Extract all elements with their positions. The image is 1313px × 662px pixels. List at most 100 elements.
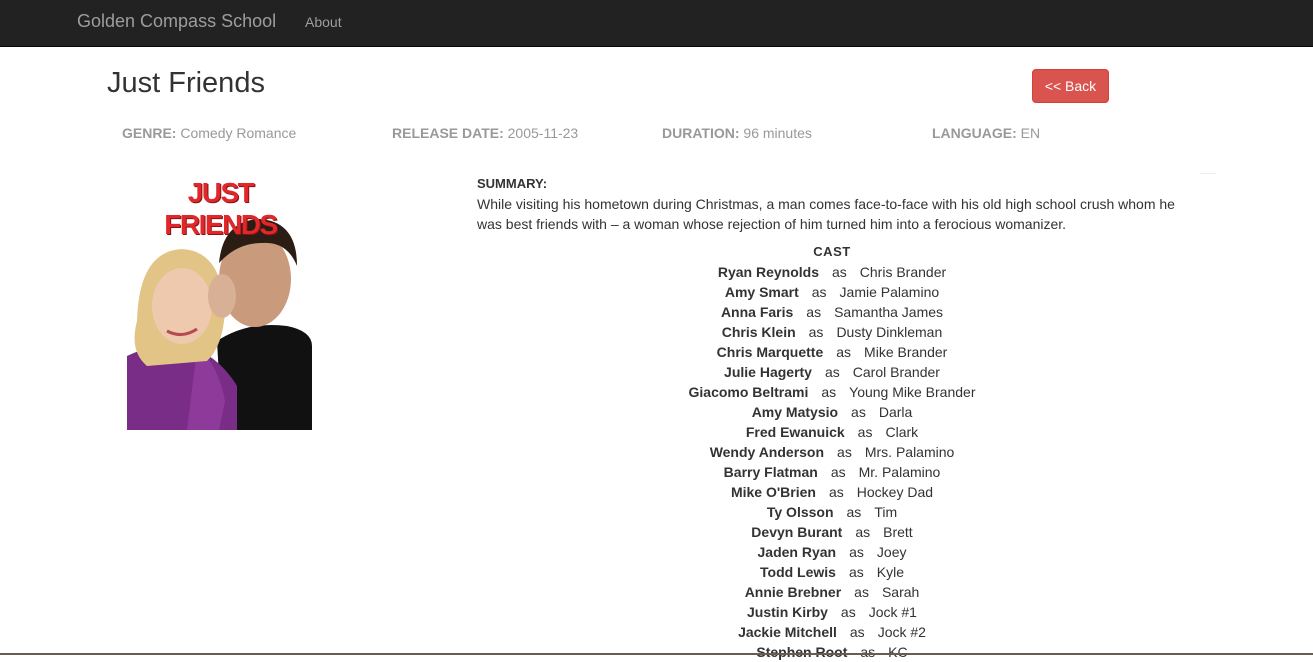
cast-role-name: Mr. Palamino — [858, 464, 941, 480]
cast-role-name: Young Mike Brander — [849, 384, 976, 400]
duration-value: 96 minutes — [743, 125, 812, 141]
cast-row: Jackie Mitchell as Jock #2 — [477, 622, 1187, 642]
release-date-meta: RELEASE DATE: 2005-11-23 — [392, 125, 578, 141]
cast-actor-name: Anna Faris — [720, 304, 794, 320]
cast-actor-name: Amy Smart — [724, 284, 799, 300]
release-date-label: RELEASE DATE: — [392, 125, 504, 141]
cast-row: Ty Olsson as Tim — [477, 502, 1187, 522]
cast-actor-name: Justin Kirby — [747, 604, 828, 620]
cast-role-name: Samantha James — [834, 304, 944, 320]
cast-row: Julie Hagerty as Carol Brander — [477, 362, 1187, 382]
genre-label: GENRE: — [122, 125, 177, 141]
cast-row: Mike O'Brien as Hockey Dad — [477, 482, 1187, 502]
cast-actor-name: Jaden Ryan — [757, 544, 837, 560]
cast-as-word: as — [837, 444, 852, 460]
cast-row: Chris Marquette as Mike Brander — [477, 342, 1187, 362]
cast-role-name: Jock #1 — [868, 604, 917, 620]
cast-row: Anna Faris as Samantha James — [477, 302, 1187, 322]
cast-row: Chris Klein as Dusty Dinkleman — [477, 322, 1187, 342]
back-button[interactable]: << Back — [1032, 69, 1109, 103]
cast-actor-name: Jackie Mitchell — [738, 624, 837, 640]
summary-text: While visiting his hometown during Chris… — [477, 196, 1175, 232]
cast-row: Jaden Ryan as Joey — [477, 542, 1187, 562]
cast-row: Annie Brebner as Sarah — [477, 582, 1187, 602]
cast-row: Justin Kirby as Jock #1 — [477, 602, 1187, 622]
cast-as-word: as — [854, 584, 869, 600]
cast-role-name: Chris Brander — [859, 264, 947, 280]
cast-as-word: as — [828, 484, 844, 500]
cast-row: Amy Smart as Jamie Palamino — [477, 282, 1187, 302]
language-value: EN — [1020, 125, 1041, 141]
cast-role-name: Mike Brander — [864, 344, 948, 360]
cast-label: CAST — [813, 244, 851, 259]
cast-row: Amy Matysio as Darla — [477, 402, 1187, 422]
cast-actor-name: Ryan Reynolds — [717, 264, 819, 280]
cast-as-word: as — [855, 524, 871, 540]
summary-section: SUMMARY: While visiting his hometown dur… — [477, 174, 1192, 234]
brand-link[interactable]: Golden Compass School — [77, 11, 276, 32]
cast-actor-name: Stephen Root — [756, 644, 848, 660]
cast-actor-name: Fred Ewanuick — [745, 424, 845, 440]
divider — [1200, 173, 1216, 174]
cast-row: Devyn Burant as Brett — [477, 522, 1187, 542]
cast-actor-name: Wendy Anderson — [709, 444, 825, 460]
cast-section: CAST Ryan Reynolds as Chris Brander Amy Sma… — [477, 242, 1187, 662]
cast-role-name: Hockey Dad — [856, 484, 934, 500]
cast-row: Fred Ewanuick as Clark — [477, 422, 1187, 442]
cast-as-word: as — [808, 324, 824, 340]
cast-actor-name: Julie Hagerty — [724, 364, 812, 380]
duration-label: DURATION: — [662, 125, 740, 141]
nav-link-about[interactable]: About — [305, 14, 342, 30]
cast-row: Giacomo Beltrami as Young Mike Brander — [477, 382, 1187, 402]
cast-role-name: Mrs. Palamino — [864, 444, 955, 460]
cast-role-name: Jock #2 — [877, 624, 926, 640]
cast-as-word: as — [836, 344, 852, 360]
cast-actor-name: Barry Flatman — [723, 464, 818, 480]
language-meta: LANGUAGE: EN — [932, 125, 1040, 141]
duration-meta: DURATION: 96 minutes — [662, 125, 812, 141]
cast-role-name: Darla — [878, 404, 913, 420]
cast-row: Barry Flatman as Mr. Palamino — [477, 462, 1187, 482]
genre-value: Comedy Romance — [180, 125, 297, 141]
cast-as-word: as — [846, 504, 862, 520]
cast-as-word: as — [860, 644, 876, 660]
cast-role-name: Brett — [883, 524, 913, 540]
cast-actor-name: Mike O'Brien — [730, 484, 816, 500]
cast-row: Ryan Reynolds as Chris Brander — [477, 262, 1187, 282]
cast-role-name: Carol Brander — [852, 364, 940, 380]
cast-as-word: as — [857, 424, 873, 440]
cast-as-word: as — [830, 464, 846, 480]
cast-actor-name: Annie Brebner — [744, 584, 842, 600]
cast-role-name: Joey — [876, 544, 907, 560]
cast-as-word: as — [851, 404, 866, 420]
cast-actor-name: Chris Marquette — [716, 344, 824, 360]
cast-actor-name: Todd Lewis — [760, 564, 836, 580]
cast-as-word: as — [821, 384, 837, 400]
language-label: LANGUAGE: — [932, 125, 1017, 141]
movie-poster: JUST FRIENDS — [127, 171, 312, 430]
cast-role-name: Tim — [874, 504, 898, 520]
cast-role-name: Clark — [885, 424, 919, 440]
genre-meta: GENRE: Comedy Romance — [122, 125, 296, 141]
page-title: Just Friends — [107, 67, 265, 99]
cast-as-word: as — [824, 364, 840, 380]
poster-title-logo: JUST FRIENDS — [164, 177, 278, 240]
cast-row: Wendy Anderson as Mrs. Palamino — [477, 442, 1187, 462]
release-date-value: 2005-11-23 — [507, 125, 579, 141]
cast-actor-name: Ty Olsson — [766, 504, 834, 520]
cast-as-word: as — [840, 604, 856, 620]
top-navbar: Golden Compass School About — [0, 0, 1313, 47]
cast-row: Stephen Root as KC — [477, 642, 1187, 662]
cast-as-word: as — [848, 564, 864, 580]
cast-as-word: as — [811, 284, 827, 300]
cast-actor-name: Amy Matysio — [751, 404, 839, 420]
cast-actor-name: Devyn Burant — [751, 524, 843, 540]
cast-as-word: as — [849, 624, 865, 640]
cast-as-word: as — [806, 304, 822, 320]
cast-as-word: as — [849, 544, 864, 560]
cast-role-name: KC — [888, 644, 908, 660]
cast-row: Todd Lewis as Kyle — [477, 562, 1187, 582]
cast-role-name: Dusty Dinkleman — [836, 324, 943, 340]
cast-role-name: Jamie Palamino — [839, 284, 940, 300]
cast-as-word: as — [831, 264, 847, 280]
